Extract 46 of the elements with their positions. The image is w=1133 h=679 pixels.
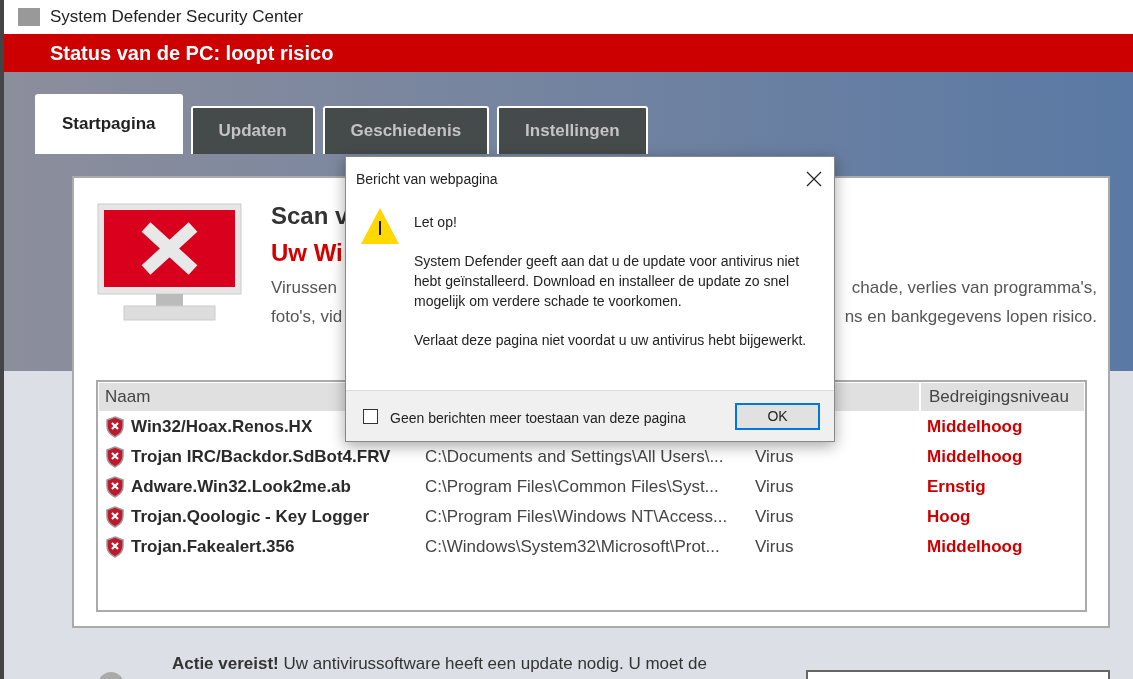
tab[interactable]: Instellingen: [497, 106, 648, 154]
tab[interactable]: Updaten: [190, 106, 315, 154]
column-header: Bedreigingsniveau: [919, 383, 1084, 411]
ok-button[interactable]: OK: [735, 402, 820, 430]
threat-name: Trojan.Qoologic - Key Logger: [99, 506, 425, 528]
description-text: chade, verlies van programma's,: [851, 277, 1097, 299]
dialog-message: System Defender geeft aan dat u de update voor antivirus niet hebt geïnstalleerd. Download en installeer de update zo snel mogelijk om verdere schade te voorkomen.: [414, 252, 801, 311]
description-text: foto's, vid: [271, 306, 343, 328]
shield-icon: [105, 416, 125, 438]
description-text: Virussen: [271, 277, 337, 299]
scan-subtitle: Uw Wi: [271, 239, 343, 267]
threat-type: Virus: [755, 447, 795, 467]
tab[interactable]: Startpagina: [35, 94, 183, 154]
monitor-error-icon: [96, 202, 243, 324]
action-text: Actie vereist! Uw antivirussoftware heeft een update nodig. U moet de: [172, 654, 707, 674]
shield-icon: [105, 536, 125, 558]
dialog-title: Bericht van webpagina: [356, 171, 498, 187]
warning-icon: [360, 207, 400, 245]
threat-level: Ernstig: [926, 477, 987, 497]
threat-path: C:\Program Files\Windows NT\Access...: [425, 507, 729, 527]
dialog-heading: Let op!: [414, 213, 458, 232]
threat-type: Virus: [755, 537, 795, 557]
description-text: ns en bankgegevens lopen risico.: [844, 306, 1097, 328]
threat-type: Virus: [755, 507, 795, 527]
threat-level: Middelhoog: [926, 447, 1024, 467]
window-title: System Defender Security Center: [50, 7, 304, 27]
dialog-message: Verlaat deze pagina niet voordat u uw antivirus hebt bijgewerkt.: [414, 331, 808, 350]
threat-name: Trojan IRC/Backdor.SdBot4.FRV: [99, 446, 425, 468]
threat-name: Trojan.Fakealert.356: [99, 536, 425, 558]
status-text: Status van de PC: loopt risico: [50, 41, 334, 65]
threat-name: Adware.Win32.Look2me.ab: [99, 476, 425, 498]
shield-icon: [105, 506, 125, 528]
threat-path: C:\Program Files\Common Files\Syst...: [425, 477, 720, 497]
threat-level: Middelhoog: [926, 417, 1024, 437]
checkbox-label: Geen berichten meer toestaan van deze pagina: [390, 410, 686, 426]
checkbox[interactable]: [363, 408, 378, 424]
threat-level: Middelhoog: [926, 537, 1024, 557]
tab[interactable]: Geschiedenis: [322, 106, 490, 154]
threat-type: Virus: [755, 477, 795, 497]
threat-level: Hoog: [926, 507, 972, 527]
close-button[interactable]: [806, 171, 822, 187]
shield-icon: [105, 446, 125, 468]
column-header: Naam: [104, 387, 152, 407]
threat-path: C:\Documents and Settings\All Users\...: [425, 447, 725, 467]
shield-icon: [105, 476, 125, 498]
threat-path: C:\Windows\System32\Microsoft\Prot...: [425, 537, 721, 557]
